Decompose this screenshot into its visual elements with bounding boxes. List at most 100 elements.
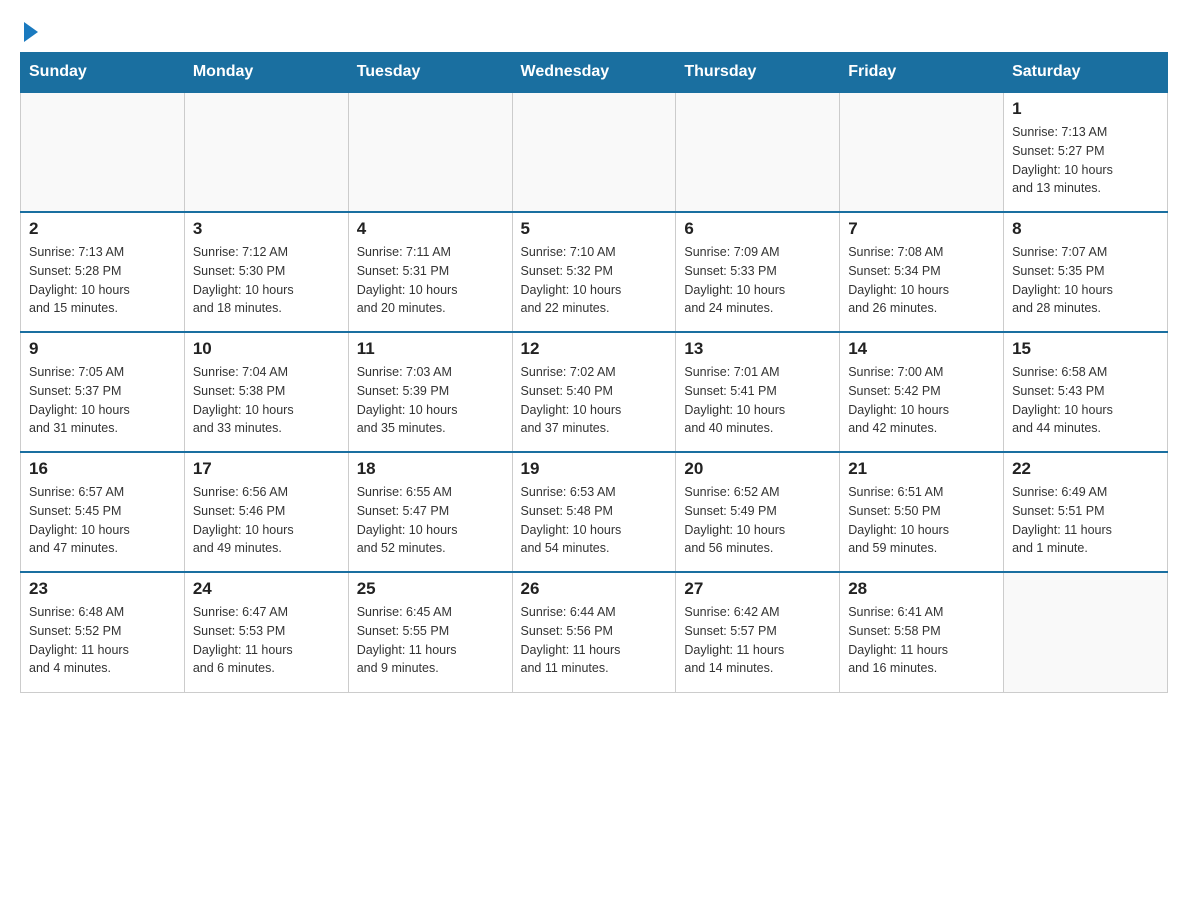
weekday-header-row: SundayMondayTuesdayWednesdayThursdayFrid… bbox=[21, 53, 1168, 93]
day-info: Sunrise: 7:03 AM Sunset: 5:39 PM Dayligh… bbox=[357, 363, 504, 438]
calendar-cell: 7 Sunrise: 7:08 AM Sunset: 5:34 PM Daylig… bbox=[840, 212, 1004, 332]
day-info: Sunrise: 6:56 AM Sunset: 5:46 PM Dayligh… bbox=[193, 483, 340, 558]
day-number: 14 bbox=[848, 339, 995, 359]
day-info: Sunrise: 7:09 AM Sunset: 5:33 PM Dayligh… bbox=[684, 243, 831, 318]
calendar-cell: 10Sunrise: 7:04 AM Sunset: 5:38 PM Dayli… bbox=[184, 332, 348, 452]
day-number: 5 bbox=[521, 219, 668, 239]
day-info: Sunrise: 7:11 AM Sunset: 5:31 PM Dayligh… bbox=[357, 243, 504, 318]
day-info: Sunrise: 7:13 AM Sunset: 5:28 PM Dayligh… bbox=[29, 243, 176, 318]
week-row-1: 1 Sunrise: 7:13 AM Sunset: 5:27 PM Daylig… bbox=[21, 92, 1168, 212]
day-info: Sunrise: 6:51 AM Sunset: 5:50 PM Dayligh… bbox=[848, 483, 995, 558]
day-info: Sunrise: 7:01 AM Sunset: 5:41 PM Dayligh… bbox=[684, 363, 831, 438]
calendar-cell: 9 Sunrise: 7:05 AM Sunset: 5:37 PM Daylig… bbox=[21, 332, 185, 452]
calendar-cell: 18 Sunrise: 6:55 AM Sunset: 5:47 PM Dayli… bbox=[348, 452, 512, 572]
weekday-header-tuesday: Tuesday bbox=[348, 53, 512, 93]
calendar-cell: 14Sunrise: 7:00 AM Sunset: 5:42 PM Dayli… bbox=[840, 332, 1004, 452]
day-number: 10 bbox=[193, 339, 340, 359]
calendar-cell: 12Sunrise: 7:02 AM Sunset: 5:40 PM Dayli… bbox=[512, 332, 676, 452]
calendar-cell: 19 Sunrise: 6:53 AM Sunset: 5:48 PM Dayli… bbox=[512, 452, 676, 572]
day-info: Sunrise: 6:42 AM Sunset: 5:57 PM Dayligh… bbox=[684, 603, 831, 678]
calendar-cell: 5 Sunrise: 7:10 AM Sunset: 5:32 PM Daylig… bbox=[512, 212, 676, 332]
day-number: 18 bbox=[357, 459, 504, 479]
calendar-cell bbox=[1004, 572, 1168, 692]
day-info: Sunrise: 6:52 AM Sunset: 5:49 PM Dayligh… bbox=[684, 483, 831, 558]
day-number: 24 bbox=[193, 579, 340, 599]
day-info: Sunrise: 6:45 AM Sunset: 5:55 PM Dayligh… bbox=[357, 603, 504, 678]
calendar-cell: 2 Sunrise: 7:13 AM Sunset: 5:28 PM Daylig… bbox=[21, 212, 185, 332]
day-number: 11 bbox=[357, 339, 504, 359]
weekday-header-sunday: Sunday bbox=[21, 53, 185, 93]
day-number: 12 bbox=[521, 339, 668, 359]
calendar-cell bbox=[184, 92, 348, 212]
day-number: 8 bbox=[1012, 219, 1159, 239]
calendar-cell: 28 Sunrise: 6:41 AM Sunset: 5:58 PM Dayli… bbox=[840, 572, 1004, 692]
calendar-cell: 17Sunrise: 6:56 AM Sunset: 5:46 PM Dayli… bbox=[184, 452, 348, 572]
day-number: 27 bbox=[684, 579, 831, 599]
day-info: Sunrise: 6:48 AM Sunset: 5:52 PM Dayligh… bbox=[29, 603, 176, 678]
day-info: Sunrise: 7:07 AM Sunset: 5:35 PM Dayligh… bbox=[1012, 243, 1159, 318]
weekday-header-saturday: Saturday bbox=[1004, 53, 1168, 93]
day-info: Sunrise: 6:58 AM Sunset: 5:43 PM Dayligh… bbox=[1012, 363, 1159, 438]
weekday-header-friday: Friday bbox=[840, 53, 1004, 93]
day-info: Sunrise: 6:41 AM Sunset: 5:58 PM Dayligh… bbox=[848, 603, 995, 678]
weekday-header-thursday: Thursday bbox=[676, 53, 840, 93]
day-number: 9 bbox=[29, 339, 176, 359]
weekday-header-wednesday: Wednesday bbox=[512, 53, 676, 93]
week-row-5: 23 Sunrise: 6:48 AM Sunset: 5:52 PM Dayli… bbox=[21, 572, 1168, 692]
day-number: 20 bbox=[684, 459, 831, 479]
calendar-cell: 27 Sunrise: 6:42 AM Sunset: 5:57 PM Dayli… bbox=[676, 572, 840, 692]
day-number: 2 bbox=[29, 219, 176, 239]
calendar-cell: 23 Sunrise: 6:48 AM Sunset: 5:52 PM Dayli… bbox=[21, 572, 185, 692]
calendar-cell bbox=[21, 92, 185, 212]
day-info: Sunrise: 6:57 AM Sunset: 5:45 PM Dayligh… bbox=[29, 483, 176, 558]
calendar-cell bbox=[512, 92, 676, 212]
calendar-cell: 6 Sunrise: 7:09 AM Sunset: 5:33 PM Daylig… bbox=[676, 212, 840, 332]
day-info: Sunrise: 6:44 AM Sunset: 5:56 PM Dayligh… bbox=[521, 603, 668, 678]
calendar-cell: 26 Sunrise: 6:44 AM Sunset: 5:56 PM Dayli… bbox=[512, 572, 676, 692]
day-number: 26 bbox=[521, 579, 668, 599]
week-row-3: 9 Sunrise: 7:05 AM Sunset: 5:37 PM Daylig… bbox=[21, 332, 1168, 452]
day-number: 3 bbox=[193, 219, 340, 239]
calendar-cell: 20 Sunrise: 6:52 AM Sunset: 5:49 PM Dayli… bbox=[676, 452, 840, 572]
calendar-cell: 13 Sunrise: 7:01 AM Sunset: 5:41 PM Dayli… bbox=[676, 332, 840, 452]
calendar-table: SundayMondayTuesdayWednesdayThursdayFrid… bbox=[20, 52, 1168, 693]
day-number: 16 bbox=[29, 459, 176, 479]
day-info: Sunrise: 7:05 AM Sunset: 5:37 PM Dayligh… bbox=[29, 363, 176, 438]
calendar-cell: 11 Sunrise: 7:03 AM Sunset: 5:39 PM Dayli… bbox=[348, 332, 512, 452]
week-row-2: 2 Sunrise: 7:13 AM Sunset: 5:28 PM Daylig… bbox=[21, 212, 1168, 332]
day-number: 7 bbox=[848, 219, 995, 239]
day-info: Sunrise: 6:53 AM Sunset: 5:48 PM Dayligh… bbox=[521, 483, 668, 558]
calendar-cell: 24 Sunrise: 6:47 AM Sunset: 5:53 PM Dayli… bbox=[184, 572, 348, 692]
day-number: 4 bbox=[357, 219, 504, 239]
logo bbox=[20, 20, 38, 42]
day-info: Sunrise: 7:13 AM Sunset: 5:27 PM Dayligh… bbox=[1012, 123, 1159, 198]
calendar-cell bbox=[348, 92, 512, 212]
calendar-cell: 4 Sunrise: 7:11 AM Sunset: 5:31 PM Daylig… bbox=[348, 212, 512, 332]
calendar-cell: 1 Sunrise: 7:13 AM Sunset: 5:27 PM Daylig… bbox=[1004, 92, 1168, 212]
calendar-cell: 3 Sunrise: 7:12 AM Sunset: 5:30 PM Daylig… bbox=[184, 212, 348, 332]
calendar-cell: 15 Sunrise: 6:58 AM Sunset: 5:43 PM Dayli… bbox=[1004, 332, 1168, 452]
day-info: Sunrise: 6:55 AM Sunset: 5:47 PM Dayligh… bbox=[357, 483, 504, 558]
day-info: Sunrise: 7:08 AM Sunset: 5:34 PM Dayligh… bbox=[848, 243, 995, 318]
day-number: 1 bbox=[1012, 99, 1159, 119]
day-info: Sunrise: 7:12 AM Sunset: 5:30 PM Dayligh… bbox=[193, 243, 340, 318]
calendar-cell bbox=[676, 92, 840, 212]
day-info: Sunrise: 6:49 AM Sunset: 5:51 PM Dayligh… bbox=[1012, 483, 1159, 558]
day-number: 23 bbox=[29, 579, 176, 599]
day-number: 19 bbox=[521, 459, 668, 479]
day-number: 13 bbox=[684, 339, 831, 359]
day-number: 22 bbox=[1012, 459, 1159, 479]
calendar-cell: 8 Sunrise: 7:07 AM Sunset: 5:35 PM Daylig… bbox=[1004, 212, 1168, 332]
day-info: Sunrise: 6:47 AM Sunset: 5:53 PM Dayligh… bbox=[193, 603, 340, 678]
logo-general-text bbox=[20, 20, 38, 42]
day-number: 25 bbox=[357, 579, 504, 599]
day-number: 28 bbox=[848, 579, 995, 599]
day-number: 15 bbox=[1012, 339, 1159, 359]
logo-arrow-icon bbox=[24, 22, 38, 42]
calendar-cell: 25 Sunrise: 6:45 AM Sunset: 5:55 PM Dayli… bbox=[348, 572, 512, 692]
page-header bbox=[20, 20, 1168, 42]
day-number: 21 bbox=[848, 459, 995, 479]
day-info: Sunrise: 7:10 AM Sunset: 5:32 PM Dayligh… bbox=[521, 243, 668, 318]
day-number: 6 bbox=[684, 219, 831, 239]
calendar-cell: 22 Sunrise: 6:49 AM Sunset: 5:51 PM Dayli… bbox=[1004, 452, 1168, 572]
